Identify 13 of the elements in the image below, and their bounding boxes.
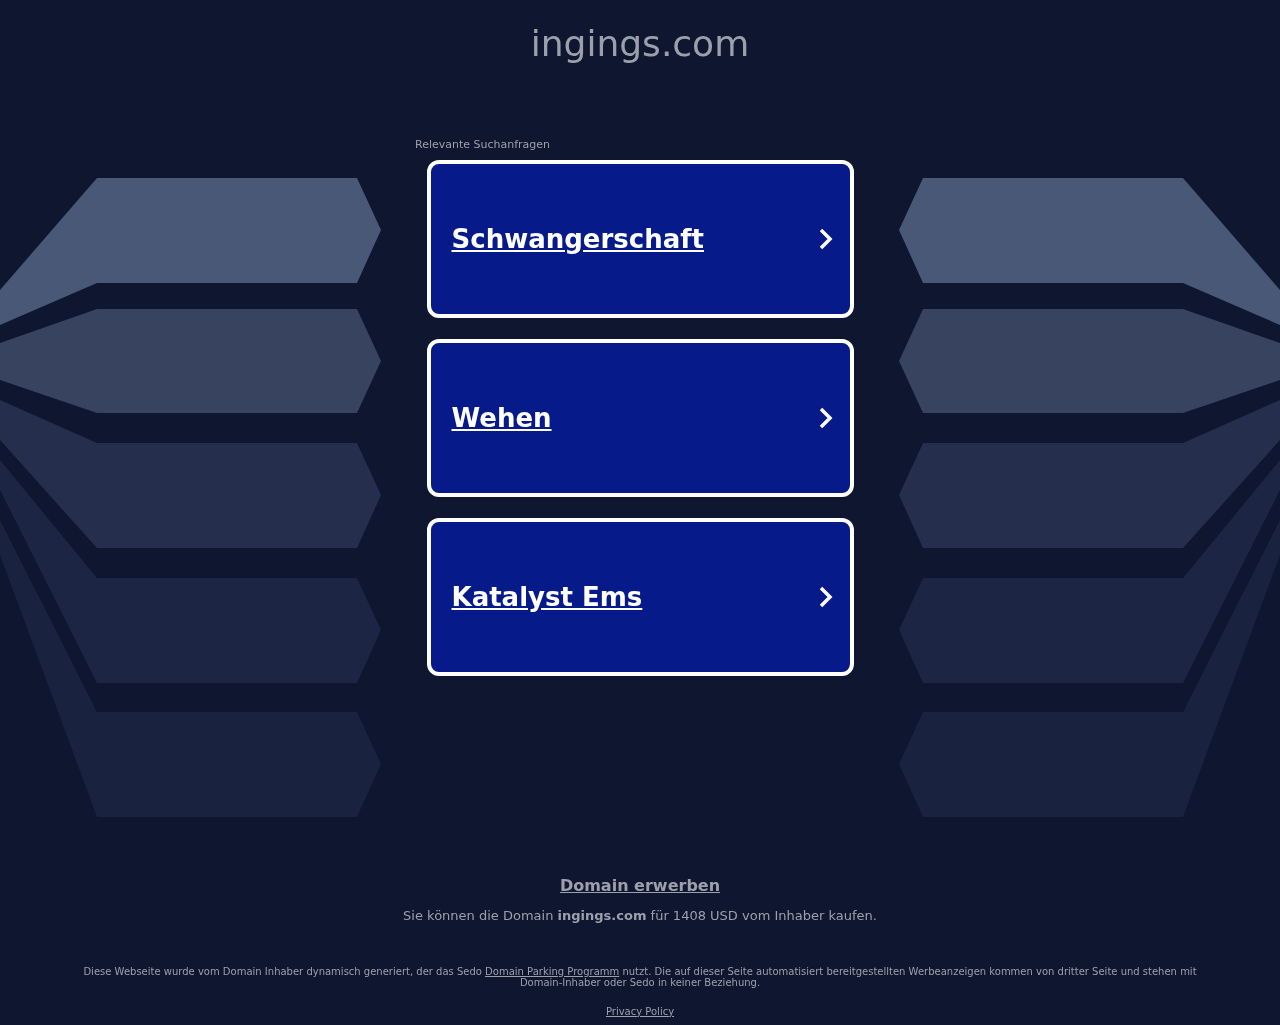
search-link-card[interactable]: Wehen <box>426 339 854 497</box>
privacy-policy-link[interactable]: Privacy Policy <box>605 1003 675 1019</box>
chevron-right-icon <box>817 406 834 430</box>
price-text: Sie können die Domain ingings.com für 1408 USD vom Inhaber kaufen. <box>403 907 877 925</box>
site-title: ingings.com <box>530 22 750 66</box>
search-link-card[interactable]: Schwangerschaft <box>426 160 854 318</box>
section-label: Relevante Suchanfragen <box>415 138 552 152</box>
chevron-right-icon <box>817 585 834 609</box>
domain-parking-link[interactable]: Domain Parking Programm <box>485 965 620 977</box>
disclaimer-text: Diese Webseite wurde vom Domain Inhaber dynamisch generiert, der das Sedo Domain Parking Programm nutzt. Die auf dieser Seite automatisiert bereitgestellten Werbeanzeigen kommen von dritter Seite und stehen mit Domain-Inhaber oder Sedo in keiner Beziehung. <box>82 965 1198 988</box>
buy-domain-link[interactable]: Domain erwerben <box>559 874 721 898</box>
search-link-card[interactable]: Katalyst Ems <box>426 518 854 676</box>
chevron-right-icon <box>817 227 834 251</box>
